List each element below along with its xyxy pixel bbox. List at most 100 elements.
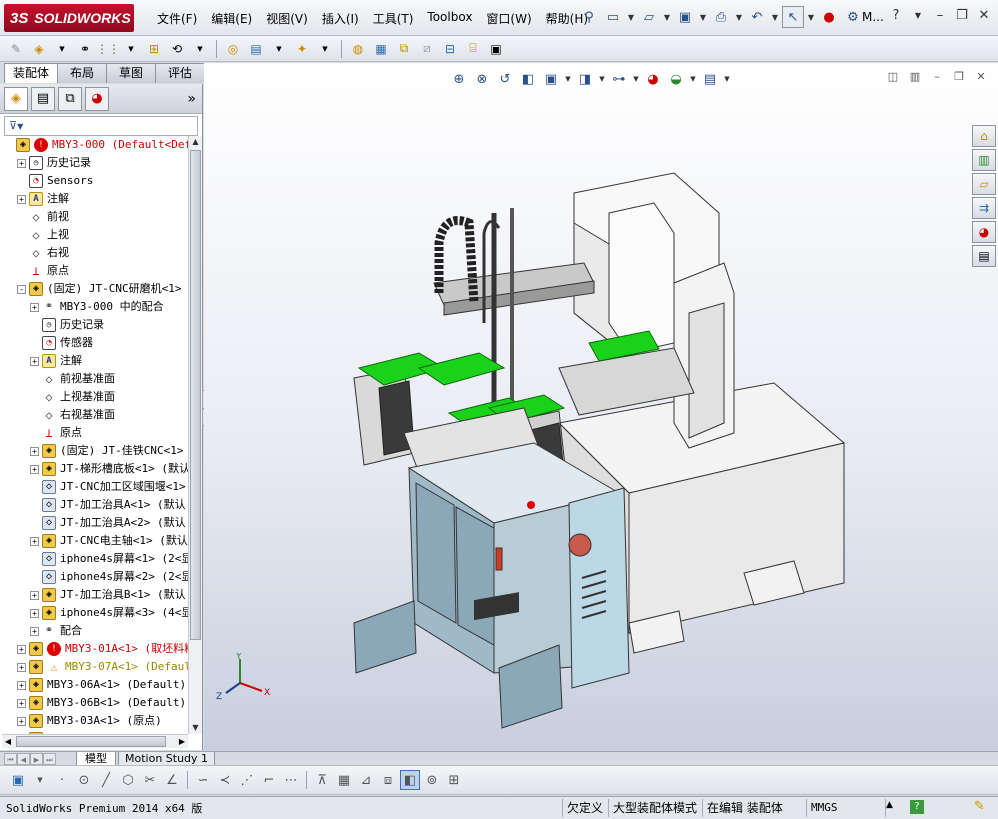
collapse-icon[interactable]: - [17,284,26,294]
minimize-icon[interactable]: – [928,69,946,85]
tree-node[interactable]: ◈! MBY3-000 (Default<Defau [0,136,190,154]
expand-icon[interactable]: + [17,644,26,654]
options-icon[interactable]: ⚙ [842,6,864,28]
table-icon[interactable]: ⊞ [444,770,464,790]
point-icon[interactable]: · [52,770,72,790]
print-icon[interactable]: ⎙ [710,6,732,28]
filter-icon[interactable]: ⊽ [9,119,17,132]
line-icon[interactable]: ╱ [96,770,116,790]
split-vertical-icon[interactable]: ▥ [906,69,924,85]
menu-item[interactable]: 窗口(W) [479,8,538,29]
circle-icon[interactable]: ⊙ [74,770,94,790]
menu-item[interactable]: 工具(T) [366,8,421,29]
trim-icon[interactable]: ✂ [140,770,160,790]
expand-icon[interactable]: + [30,626,39,636]
tree-node[interactable]: ◷ 历史记录 [0,316,190,334]
undo-icon[interactable]: ↶ [746,6,768,28]
close-icon[interactable]: ✕ [974,6,994,26]
design-library-icon[interactable]: ▥ [972,149,996,171]
tree-filter[interactable]: ⊽▼ [4,116,198,136]
tree-node[interactable]: ◇ JT-加工治具A<1> (默认 [0,496,190,514]
last-tab-icon[interactable]: ⏭ [43,753,56,765]
dropdown-icon[interactable]: ▼ [806,6,816,28]
quick-tips-icon[interactable]: ? [910,800,924,814]
pin-icon[interactable]: ⚲ [578,6,600,28]
tree-node[interactable]: - ◈ (固定) JT-CNC研磨机<1> ( [0,280,190,298]
tree-node[interactable]: + A 注解 [0,352,190,370]
menu-item[interactable]: 编辑(E) [204,8,259,29]
grid-icon[interactable]: ▦ [334,770,354,790]
tree-node[interactable]: + ◈ JT-CNC电主轴<1> (默认 [0,532,190,550]
display-style-icon[interactable]: ◨ [575,69,595,89]
exploded-view-icon[interactable]: ⧉ [394,39,414,59]
next-tab-icon[interactable]: ▶ [30,753,43,765]
tree-node[interactable]: ◇ 上视基准面 [0,388,190,406]
select-icon[interactable]: ↖ [782,6,804,28]
scroll-thumb[interactable] [190,150,201,640]
dropdown-icon[interactable]: ▼ [698,6,708,28]
first-tab-icon[interactable]: ⏮ [4,753,17,765]
smart-fastener-icon[interactable]: ⊞ [144,39,164,59]
command-tab[interactable]: 布局 [57,63,108,83]
expand-icon[interactable]: + [17,158,26,168]
expand-icon[interactable]: + [30,446,39,456]
appearance-manager-tab-icon[interactable]: ◕ [85,86,109,111]
apply-scene-icon[interactable]: ◒ [666,69,686,89]
tree-node[interactable]: +◈ ⚠ MBY3-07A<1> (Default< [0,658,190,676]
open-icon[interactable]: ▱ [638,6,660,28]
new-part-icon[interactable]: ◈ [29,39,49,59]
show-hidden-icon[interactable]: ◎ [223,39,243,59]
scroll-thumb[interactable] [16,736,166,747]
scroll-down-icon[interactable]: ▼ [189,722,202,734]
expand-icon[interactable]: + [17,680,26,690]
new-motion-study-icon[interactable]: ◍ [348,39,368,59]
prev-tab-icon[interactable]: ◀ [17,753,30,765]
expand-icon[interactable]: + [17,716,26,726]
shaded-view-icon[interactable]: ◧ [400,770,420,790]
save-icon[interactable]: ▣ [674,6,696,28]
graphics-area[interactable]: ⊕ ⊗ ↺ ◧ ▣ ▼ ◨ ▼ ⊶ ▼ ◕ ◒ ▼ ▤ ▼ ◫ ▥ – ❐ ✕ ⌂ ▥ ▱… [204,63,998,751]
filter-dropdown-icon[interactable]: ▼ [17,122,23,131]
tree-node[interactable]: + ◷ 历史记录 [0,154,190,172]
dimension-icon[interactable]: ⋯ [281,770,301,790]
expand-icon[interactable]: + [30,608,39,618]
tree-node[interactable]: + ◈ MBY3-03A<1> (原点) [0,712,190,730]
split-horizontal-icon[interactable]: ◫ [884,69,902,85]
dropdown-icon[interactable]: ▼ [770,6,780,28]
offset-icon[interactable]: ≺ [215,770,235,790]
dropdown-icon[interactable]: ▼ [734,6,744,28]
scroll-left-icon[interactable]: ◀ [2,735,14,748]
tree-node[interactable]: + ⚭ MBY3-000 中的配合 [0,298,190,316]
dropdown-icon[interactable]: ▼ [30,770,50,790]
more-tabs-icon[interactable]: » [187,91,196,107]
polygon-icon[interactable]: ⬡ [118,770,138,790]
tree-node[interactable]: + ◈ JT-加工治具B<1> (默认 [0,586,190,604]
configuration-manager-tab-icon[interactable]: ⧉ [58,86,82,111]
tree-node[interactable]: + ◈ MBY3-06B<1> (Default) [0,694,190,712]
expand-icon[interactable]: + [17,194,26,204]
corner-rectangle-icon[interactable]: ⌐ [259,770,279,790]
help-icon[interactable]: ? [886,6,906,26]
explode-line-sketch-icon[interactable]: ⧄ [417,39,437,59]
bill-of-materials-icon[interactable]: ▦ [371,39,391,59]
camera-icon[interactable]: ⊚ [422,770,442,790]
previous-view-icon[interactable]: ↺ [495,69,515,89]
reference-geometry-icon[interactable]: ✦ [292,39,312,59]
tab-motion-study[interactable]: Motion Study 1 [118,752,216,766]
tree-node[interactable]: ◇ 右视 [0,244,190,262]
assembly-features-icon[interactable]: ▤ [246,39,266,59]
command-tab[interactable]: 装配体 [4,63,59,83]
dropdown-icon[interactable]: ▼ [632,69,640,89]
dropdown-icon[interactable]: ▼ [662,6,672,28]
view-orientation-icon[interactable]: ▣ [541,69,561,89]
restore-icon[interactable]: ❐ [952,6,972,26]
dropdown-icon[interactable]: ▼ [315,39,335,59]
expand-icon[interactable]: + [30,590,39,600]
expand-icon[interactable]: + [30,356,39,366]
tree-node[interactable]: ⊥ 原点 [0,424,190,442]
command-tab[interactable]: 草图 [106,63,157,83]
dropdown-icon[interactable]: ▼ [121,39,141,59]
mate-icon[interactable]: ⚭ [75,39,95,59]
zoom-to-area-icon[interactable]: ⊗ [472,69,492,89]
centerline-icon[interactable]: ⋰ [237,770,257,790]
